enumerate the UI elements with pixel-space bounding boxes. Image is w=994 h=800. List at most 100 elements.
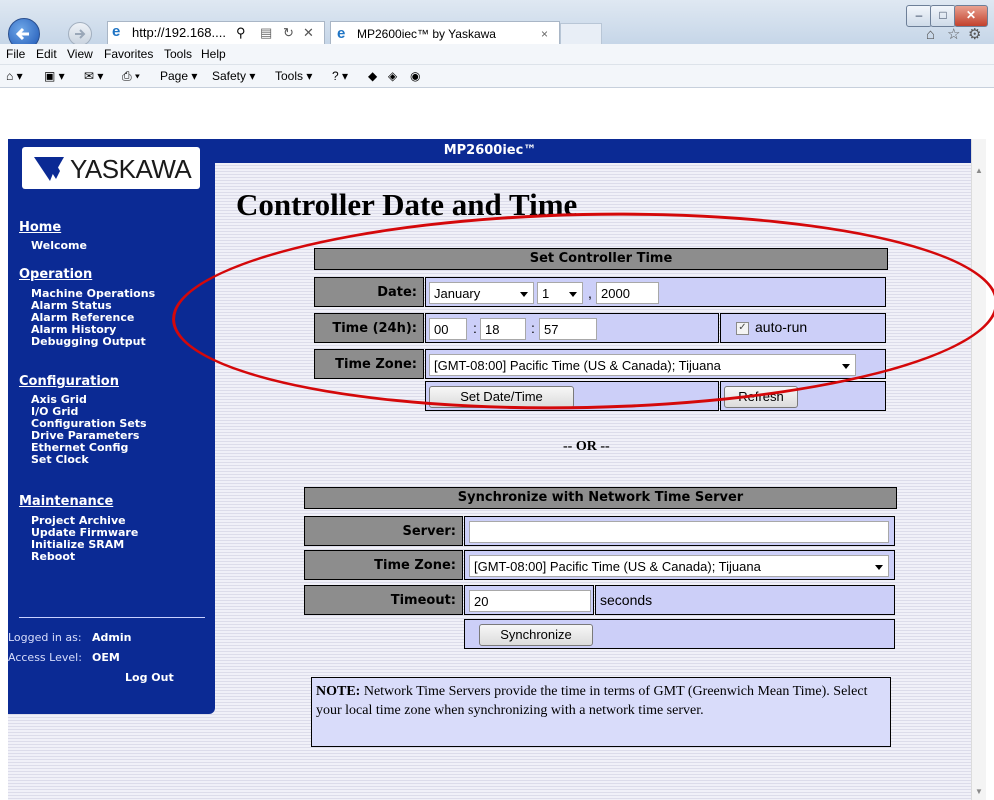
menu-edit[interactable]: Edit [36,47,57,61]
menu-help[interactable]: Help [201,47,226,61]
mail-icon[interactable]: ✉ ▾ [84,69,103,83]
server-input[interactable] [469,521,889,543]
messenger-icon[interactable]: ◉ [410,69,420,83]
or-separator: -- OR -- [563,439,610,454]
menu-view[interactable]: View [67,47,93,61]
scroll-up-icon[interactable]: ▲ [972,163,986,179]
research-icon[interactable]: ◆ [368,69,377,83]
browser-title-bar: – □ ✕ e http://192.168.... ⚲ ▤ ↻ ✕ e MP2… [0,0,994,50]
menu-file[interactable]: File [6,47,25,61]
time-colon-2: : [531,320,535,336]
ie-tab-icon: e [337,25,346,42]
page-title: Controller Date and Time [236,187,578,222]
logged-in-user: Admin [92,631,132,644]
close-window-button[interactable]: ✕ [954,5,988,27]
sidebar-divider [19,617,205,618]
year-input[interactable]: 2000 [596,282,659,304]
synchronize-button[interactable]: Synchronize [479,624,593,646]
help-icon[interactable]: ? ▾ [332,69,348,83]
address-text[interactable]: http://192.168.... [132,22,226,44]
sidebar-item-drive-parameters[interactable]: Drive Parameters [31,430,139,441]
date-cell: January 1 , 2000 [425,277,886,307]
maximize-button[interactable]: □ [930,5,956,27]
sidebar-item-set-clock[interactable]: Set Clock [31,454,89,465]
yaskawa-logo: YASKAWA [22,147,200,189]
yaskawa-logo-mark-icon [34,157,64,181]
stop-icon[interactable]: ✕ [303,22,314,44]
sidebar-heading-configuration[interactable]: Configuration [19,374,119,389]
sidebar-item-ethernet-config[interactable]: Ethernet Config [31,442,128,453]
access-level-label: Access Level: [8,651,82,664]
favorites-star-icon[interactable]: ☆ [947,25,960,43]
safety-menu[interactable]: Safety ▾ [212,69,255,83]
sidebar-item-alarm-status[interactable]: Alarm Status [31,300,112,311]
month-select[interactable]: January [429,282,534,304]
second-input[interactable]: 57 [539,318,597,340]
banner-title: MP2600iec™ [443,143,537,158]
forward-button[interactable] [68,22,92,46]
sidebar-item-reboot[interactable]: Reboot [31,551,75,562]
note-box: NOTE: Network Time Servers provide the t… [311,677,891,747]
tools-menu[interactable]: Tools ▾ [275,69,312,83]
page-menu[interactable]: Page ▾ [160,69,197,83]
sidebar-item-initialize-sram[interactable]: Initialize SRAM [31,539,124,550]
new-tab-button[interactable] [560,23,602,46]
sync-timezone-select[interactable]: [GMT-08:00] Pacific Time (US & Canada); … [469,555,889,577]
time-colon-1: : [473,320,477,336]
page-viewport: MP2600iec™ YASKAWA Home Welcome Operatio… [8,139,986,800]
sidebar-item-alarm-history[interactable]: Alarm History [31,324,116,335]
sidebar-item-alarm-reference[interactable]: Alarm Reference [31,312,134,323]
print-icon[interactable]: ⎙ ▾ [122,69,140,84]
feeds-icon[interactable]: ▣ ▾ [44,69,65,83]
access-level-value: OEM [92,651,120,664]
menu-tools[interactable]: Tools [164,47,192,61]
browser-tab[interactable]: e MP2600iec™ by Yaskawa × [330,21,560,45]
home-command-icon[interactable]: ⌂ ▾ [6,69,23,83]
autorun-checkbox[interactable]: ✓ [736,322,749,335]
timeout-label: Timeout: [304,585,463,615]
date-comma: , [588,285,592,301]
vertical-scrollbar[interactable]: ▲ ▼ [971,139,986,800]
sidebar-heading-operation[interactable]: Operation [19,267,92,282]
timeout-input[interactable]: 20 [469,590,591,612]
set-button-cell: Set Date/Time [425,381,719,411]
ie-page-icon: e [112,23,121,40]
forward-arrow-icon [75,29,86,39]
command-bar: ⌂ ▾ ▣ ▾ ✉ ▾ ⎙ ▾ Page ▾ Safety ▾ Tools ▾ … [0,65,994,88]
home-icon[interactable]: ⌂ [926,26,935,43]
addon-icon[interactable]: ◈ [388,69,397,83]
set-date-time-button[interactable]: Set Date/Time [429,386,574,408]
sidebar-item-io-grid[interactable]: I/O Grid [31,406,78,417]
hour-input[interactable]: 00 [429,318,467,340]
server-label: Server: [304,516,463,546]
timeout-input-cell: 20 [464,585,594,615]
sidebar-item-configuration-sets[interactable]: Configuration Sets [31,418,147,429]
minimize-button[interactable]: – [906,5,932,27]
sidebar: YASKAWA Home Welcome Operation Machine O… [8,139,215,714]
search-icon[interactable]: ⚲ [236,22,246,44]
tab-close-icon[interactable]: × [541,22,548,46]
sidebar-item-welcome[interactable]: Welcome [31,240,87,251]
note-label: NOTE: [316,684,361,699]
sidebar-item-debugging-output[interactable]: Debugging Output [31,336,146,347]
timeout-unit-cell: seconds [595,585,895,615]
sidebar-item-project-archive[interactable]: Project Archive [31,515,126,526]
sidebar-heading-maintenance[interactable]: Maintenance [19,494,113,509]
minute-input[interactable]: 18 [480,318,526,340]
set-timezone-select[interactable]: [GMT-08:00] Pacific Time (US & Canada); … [429,354,856,376]
gear-icon[interactable]: ⚙ [968,25,981,43]
scroll-down-icon[interactable]: ▼ [972,784,986,800]
sidebar-item-axis-grid[interactable]: Axis Grid [31,394,87,405]
refresh-icon[interactable]: ↻ [283,22,294,44]
menu-favorites[interactable]: Favorites [104,47,153,61]
logout-link[interactable]: Log Out [125,671,174,684]
refresh-button[interactable]: Refresh [724,386,798,408]
sync-button-cell: Synchronize [464,619,895,649]
sidebar-heading-home[interactable]: Home [19,220,61,235]
day-select[interactable]: 1 [537,282,583,304]
sidebar-item-update-firmware[interactable]: Update Firmware [31,527,138,538]
sidebar-item-machine-operations[interactable]: Machine Operations [31,288,155,299]
address-bar[interactable]: e http://192.168.... ⚲ ▤ ↻ ✕ [107,21,325,45]
note-text: Network Time Servers provide the time in… [316,684,868,718]
compatibility-icon[interactable]: ▤ [260,22,272,44]
